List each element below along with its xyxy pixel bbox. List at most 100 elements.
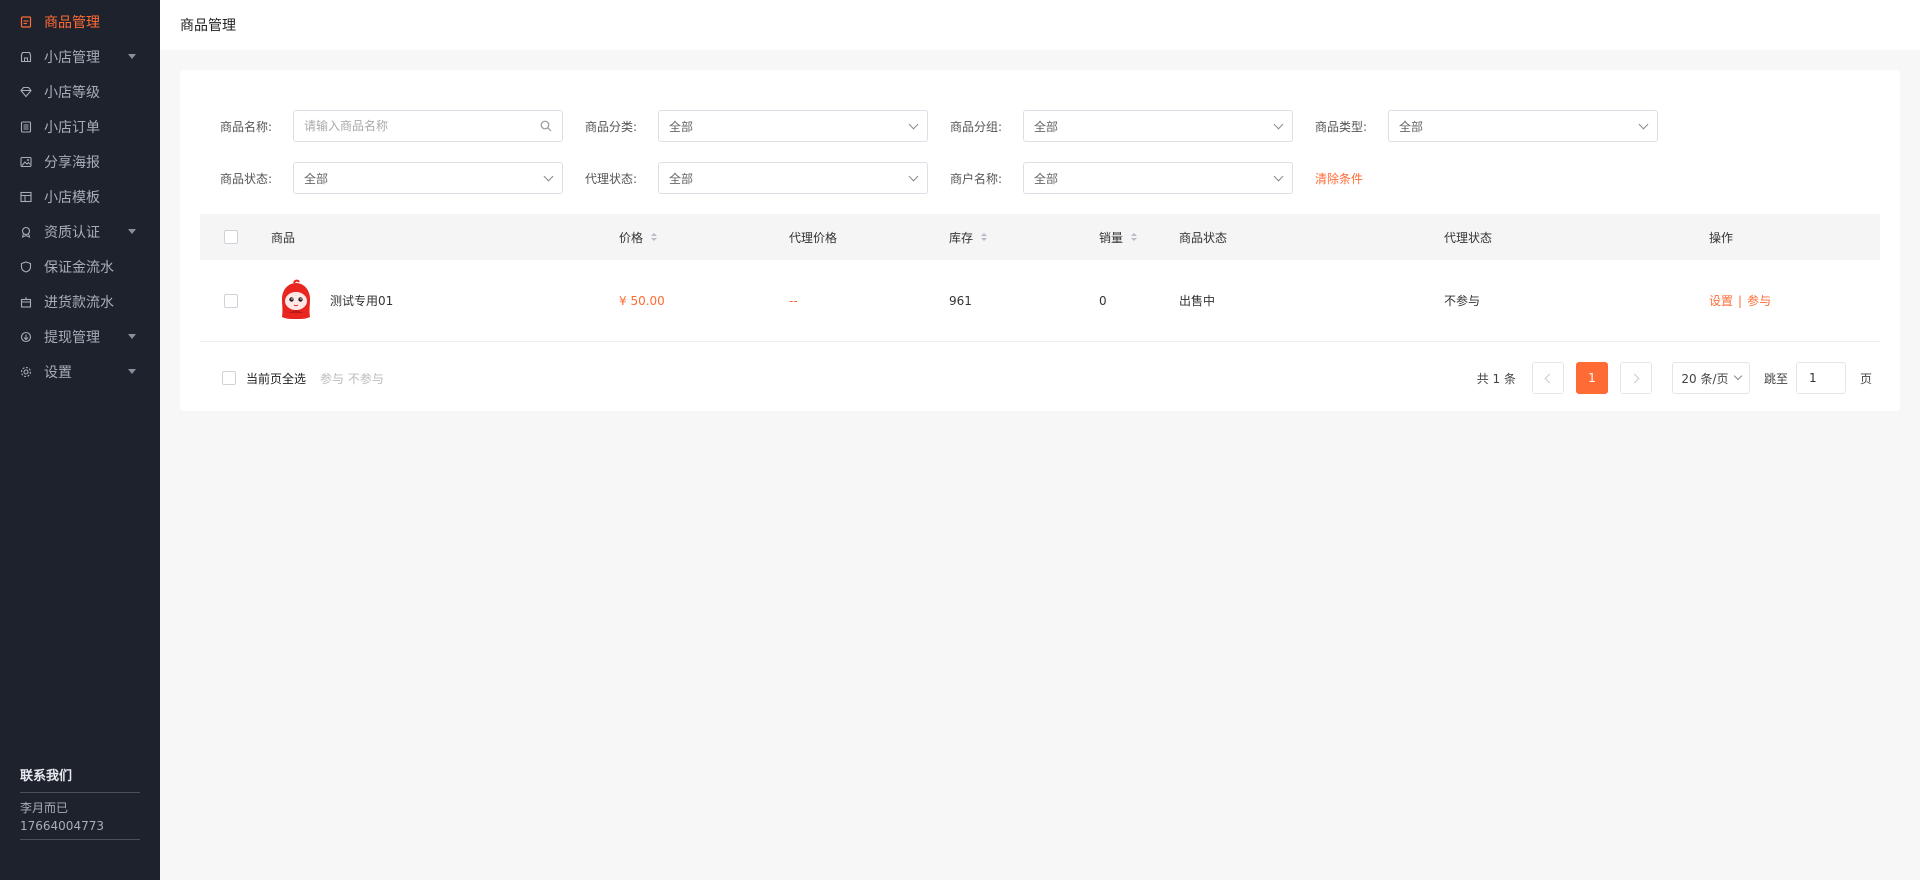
sidebar-item-label: 保证金流水 xyxy=(44,259,114,276)
category-select[interactable]: 全部 xyxy=(658,110,928,142)
price-value: ¥ 50.00 xyxy=(619,293,665,308)
diamond-icon xyxy=(20,86,32,98)
filter-merchant: 商户名称: 全部 xyxy=(950,162,1293,194)
bulk-actions: 参与 不参与 xyxy=(320,371,384,386)
sidebar-item-label: 提现管理 xyxy=(44,329,100,346)
sidebar-item-label: 资质认证 xyxy=(44,224,100,241)
status-value: 出售中 xyxy=(1179,294,1216,308)
sidebar-item-deposit-flow[interactable]: 保证金流水 xyxy=(0,249,160,284)
sidebar-item-certification[interactable]: 资质认证 xyxy=(0,214,160,249)
image-icon xyxy=(20,156,32,168)
sidebar-item-shop-orders[interactable]: 小店订单 xyxy=(0,109,160,144)
filter-row-2: 商品状态: 全部 代理状态: 全部 商户名称: 全部 清除条件 xyxy=(220,162,1363,194)
group-select[interactable]: 全部 xyxy=(1023,110,1293,142)
page-button-current[interactable]: 1 xyxy=(1575,362,1608,394)
box-icon xyxy=(20,296,32,308)
filter-type: 商品类型: 全部 xyxy=(1315,110,1658,142)
contact-name: 李月而已 xyxy=(20,801,69,815)
chevron-left-icon xyxy=(1544,373,1555,383)
merchant-select[interactable]: 全部 xyxy=(1023,162,1293,194)
chevron-down-icon xyxy=(128,54,136,59)
join-button[interactable]: 参与 xyxy=(1747,292,1771,309)
product-name-search[interactable] xyxy=(293,110,563,142)
template-icon xyxy=(20,191,32,203)
pagination: 共 1 条 1 20 条/页 跳至 页 xyxy=(1477,362,1872,394)
shield-icon xyxy=(20,260,32,273)
select-page-checkbox[interactable] xyxy=(222,371,236,385)
sidebar-item-shop[interactable]: 小店管理 xyxy=(0,39,160,74)
clipboard-icon xyxy=(20,15,32,28)
page-size-select[interactable]: 20 条/页 xyxy=(1671,362,1750,394)
shop-icon xyxy=(20,51,32,63)
jump-page-input[interactable] xyxy=(1795,362,1846,394)
set-button[interactable]: 设置 xyxy=(1709,292,1733,309)
filter-product-name: 商品名称: xyxy=(220,110,563,142)
sidebar-item-withdraw[interactable]: 提现管理 xyxy=(0,319,160,354)
chevron-down-icon xyxy=(128,334,136,339)
col-sales[interactable]: 销量 xyxy=(1099,229,1138,246)
agent-status-select[interactable]: 全部 xyxy=(658,162,928,194)
prev-page-button[interactable] xyxy=(1531,362,1564,394)
select-page-label[interactable]: 当前页全选 xyxy=(246,370,306,387)
chevron-down-icon xyxy=(128,369,136,374)
select-all-checkbox[interactable] xyxy=(224,230,238,244)
sort-icon[interactable] xyxy=(981,233,988,241)
product-name[interactable]: 测试专用01 xyxy=(330,292,393,309)
chevron-down-icon xyxy=(908,171,919,181)
row-actions: 设置 | 参与 xyxy=(1709,292,1771,309)
search-icon[interactable] xyxy=(540,120,552,132)
sidebar-item-shop-template[interactable]: 小店模板 xyxy=(0,179,160,214)
filter-label: 商品分类: xyxy=(585,119,638,134)
filter-agent-status: 代理状态: 全部 xyxy=(585,162,928,194)
filter-group: 商品分组: 全部 xyxy=(950,110,1293,142)
product-thumbnail[interactable] xyxy=(274,278,318,323)
select-value: 全部 xyxy=(1034,171,1059,186)
row-checkbox[interactable] xyxy=(224,293,238,308)
table-row: 测试专用01 ¥ 50.00 -- 961 0 出售中 不参与 设置 | 参与 xyxy=(200,260,1880,342)
next-page-button[interactable] xyxy=(1619,362,1652,394)
sidebar-item-share-poster[interactable]: 分享海报 xyxy=(0,144,160,179)
filter-label: 商品分组: xyxy=(950,119,1003,134)
gear-icon xyxy=(20,366,32,378)
chevron-down-icon xyxy=(128,229,136,234)
col-sales-label: 销量 xyxy=(1099,230,1124,245)
col-product: 商品 xyxy=(271,230,296,245)
type-select[interactable]: 全部 xyxy=(1388,110,1658,142)
product-name-input[interactable] xyxy=(304,119,504,133)
sidebar-item-products[interactable]: 商品管理 xyxy=(0,4,160,39)
sidebar: 商品管理 小店管理 小店等级 小店订单 分享海报 小店模板 资质认证 保证金流水… xyxy=(0,0,160,880)
col-stock-label: 库存 xyxy=(949,230,974,245)
col-price-label: 价格 xyxy=(619,230,644,245)
filter-label: 商户名称: xyxy=(950,171,1003,186)
col-agent-price: 代理价格 xyxy=(789,230,838,245)
select-value: 全部 xyxy=(669,171,694,186)
col-price[interactable]: 价格 xyxy=(619,229,658,246)
col-stock[interactable]: 库存 xyxy=(949,229,988,246)
sidebar-item-label: 小店管理 xyxy=(44,49,100,66)
list-icon xyxy=(20,120,32,133)
chevron-down-icon xyxy=(1733,371,1742,381)
status-select[interactable]: 全部 xyxy=(293,162,563,194)
contact-details: 李月而已 17664004773 xyxy=(20,793,140,840)
sidebar-item-label: 小店订单 xyxy=(44,119,100,136)
sidebar-item-label: 分享海报 xyxy=(44,154,100,171)
chevron-down-icon xyxy=(543,171,554,181)
sort-icon[interactable] xyxy=(651,233,658,241)
chevron-down-icon xyxy=(1273,171,1284,181)
bulk-select: 当前页全选 参与 不参与 xyxy=(222,370,384,387)
select-value: 全部 xyxy=(1399,119,1424,134)
page-size-value: 20 条/页 xyxy=(1681,371,1729,386)
action-separator: | xyxy=(1738,293,1743,308)
sidebar-item-settings[interactable]: 设置 xyxy=(0,354,160,389)
sidebar-item-label: 小店等级 xyxy=(44,84,100,101)
sort-icon[interactable] xyxy=(1131,233,1138,241)
select-value: 全部 xyxy=(1034,119,1059,134)
sidebar-item-purchase-flow[interactable]: 进货款流水 xyxy=(0,284,160,319)
main-card: 商品名称: 商品分类: 全部 商品分组: 全部 商品类型: 全部 xyxy=(180,70,1900,411)
sidebar-item-shop-level[interactable]: 小店等级 xyxy=(0,74,160,109)
filter-label: 商品状态: xyxy=(220,171,273,186)
chevron-down-icon xyxy=(908,119,919,129)
select-value: 全部 xyxy=(669,119,694,134)
clear-filters-link[interactable]: 清除条件 xyxy=(1315,170,1363,187)
chevron-down-icon xyxy=(1638,119,1649,129)
